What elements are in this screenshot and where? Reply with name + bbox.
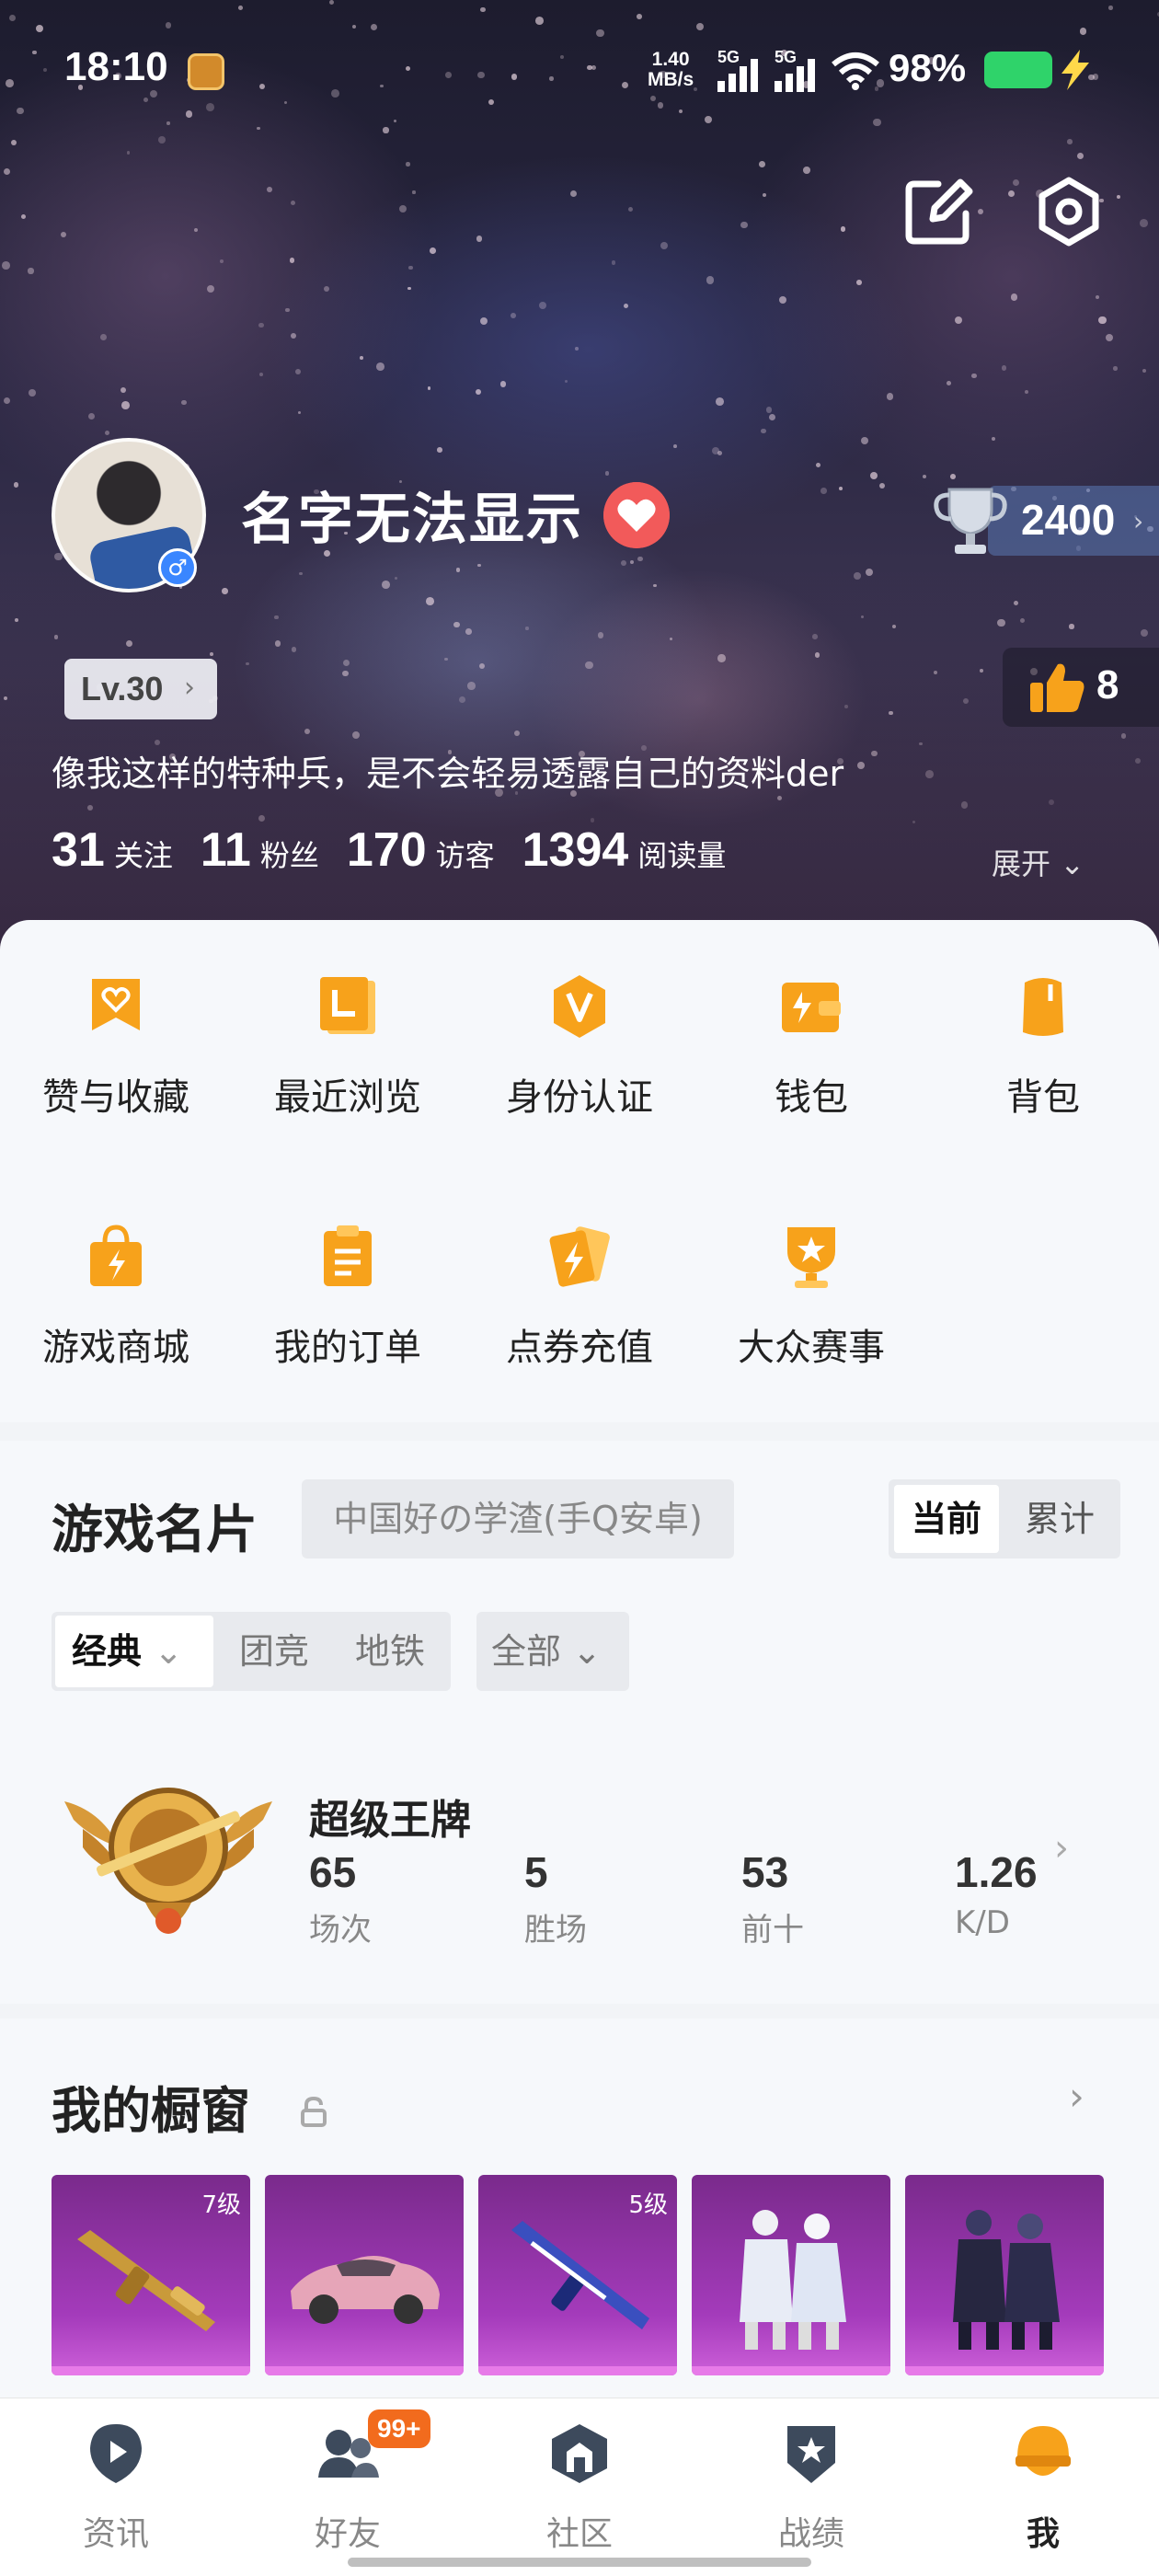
wifi-icon [832,52,879,90]
heart-badge-icon[interactable] [603,482,670,548]
nickname: 名字无法显示 [241,488,583,552]
likes-counter[interactable]: 8 [1003,648,1159,727]
shopping-bag-icon [90,1225,142,1286]
dark-outfit-pair-icon [953,2210,1060,2350]
chevron-right-icon: › [184,672,195,704]
stat-top10: 53 前十 [741,1848,804,1949]
signal-sim2-icon: 5G [775,48,828,92]
backpack-icon [1023,978,1063,1036]
tab-records[interactable]: 战绩 [695,2398,927,2576]
news-play-icon [90,2424,142,2483]
profile-bio: 像我这样的特种兵，是不会轻易透露自己的资料der [52,753,844,794]
ace-rank-badge-icon [64,1788,272,1934]
menu-wallet[interactable]: 钱包 [695,920,927,1119]
coupon-recharge-icon [549,1226,610,1287]
stat-kd: 1.26 K/D [955,1848,1038,1941]
tab-friends[interactable]: 99+ 好友 [232,2398,464,2576]
golden-rifle-icon [77,2230,215,2331]
feature-menu: 赞与收藏 最近浏览 身份认证 钱包 背包 游戏商城 我的订单 点券充值 大众赛事 [0,920,1159,1422]
period-toggle: 当前 累计 [889,1479,1120,1558]
menu-coupon-recharge[interactable]: 点券充值 [464,1170,695,1369]
chevron-right-icon: › [1133,506,1144,536]
level-badge[interactable]: Lv.30 › [64,659,217,719]
friends-badge: 99+ [368,2409,430,2448]
menu-public-tournament[interactable]: 大众赛事 [695,1170,927,1369]
showcase-item[interactable] [265,2175,464,2375]
reads-count: 1394 [522,823,629,877]
chevron-down-icon: ⌄ [154,1631,184,1672]
chevron-down-icon: ⌄ [1060,846,1084,881]
showcase-item[interactable] [905,2175,1104,2375]
pink-sports-car-icon [291,2256,440,2324]
home-indicator[interactable] [348,2558,811,2567]
chevron-right-icon[interactable]: › [1069,2074,1084,2119]
verify-v-icon [554,975,605,1038]
expand-button[interactable]: 展开 ⌄ [992,841,1084,883]
following-count[interactable]: 31 [52,822,105,878]
toggle-current[interactable]: 当前 [894,1485,999,1553]
menu-recent-browse[interactable]: 最近浏览 [232,920,464,1119]
profile-stats: 31 关注 11 粉丝 170 访客 1394 阅读量 [52,822,727,878]
tab-community[interactable]: 社区 [464,2398,695,2576]
community-icon [552,2424,607,2483]
battery-icon [984,52,1052,88]
game-account-selector[interactable]: 中国好の学渣(手Q安卓) [302,1479,734,1558]
mode-metro[interactable]: 地铁 [355,1612,425,1691]
order-clipboard-icon [324,1225,372,1286]
showcase-title: 我的橱窗 [52,2082,250,2140]
showcase-item[interactable] [692,2175,890,2375]
rank-name: 超级王牌 [309,1797,471,1844]
edit-profile-icon[interactable] [901,175,975,248]
menu-identity-verify[interactable]: 身份认证 [464,920,695,1119]
tab-news[interactable]: 资讯 [0,2398,232,2576]
filter-dropdown[interactable]: 全部 ⌄ [476,1612,629,1691]
thumbs-up-icon [1030,663,1084,712]
visitors-count[interactable]: 170 [347,822,427,878]
menu-game-mall[interactable]: 游戏商城 [0,1170,232,1369]
heart-bookmark-icon [92,979,140,1030]
male-gender-icon: ♂ [158,548,197,587]
game-card: 游戏名片 中国好の学渣(手Q安卓) 当前 累计 经典 ⌄ 团竞 地铁 全部 ⌄ … [0,1441,1159,2004]
chevron-down-icon: ⌄ [572,1631,602,1672]
mode-classic[interactable]: 经典 ⌄ [55,1616,213,1687]
battery-percent: 98% [889,46,967,89]
menu-backpack[interactable]: 背包 [927,920,1159,1119]
app-notification-icon [188,53,224,90]
tab-me[interactable]: 我 [927,2398,1159,2576]
recent-browse-icon [320,977,375,1034]
blue-rifle-icon [511,2221,649,2329]
menu-likes-favorites[interactable]: 赞与收藏 [0,920,232,1119]
settings-icon[interactable] [1032,175,1106,248]
stat-matches: 65 场次 [309,1848,372,1949]
showcase-item[interactable]: 7级 [52,2175,250,2375]
followers-count[interactable]: 11 [201,822,251,878]
status-bar: 18:10 1.40 MB/s 5G 5G 98% [0,0,1159,138]
mode-team-deathmatch[interactable]: 团竞 [239,1612,309,1691]
trophy-score[interactable]: 2400 › [929,482,1159,559]
status-time: 18:10 [64,44,168,89]
signal-sim1-icon: 5G [717,48,771,92]
charging-bolt-icon [1061,50,1089,90]
white-outfit-pair-icon [740,2210,846,2350]
menu-my-orders[interactable]: 我的订单 [232,1170,464,1369]
net-speed: 1.40 MB/s [648,49,694,90]
mode-tabs: 经典 ⌄ 团竞 地铁 [52,1612,451,1691]
trophy-icon [934,488,1007,554]
showcase-section: 我的橱窗 › 7级 5级 [0,2018,1159,2398]
chevron-right-icon[interactable]: › [1054,1827,1069,1869]
me-helmet-icon [1016,2426,1071,2476]
tournament-trophy-icon [787,1227,835,1288]
game-card-title: 游戏名片 [52,1501,258,1560]
toggle-cumulative[interactable]: 累计 [1004,1485,1115,1553]
bottom-tab-bar: 资讯 99+ 好友 社区 战绩 我 [0,2398,1159,2576]
showcase-item[interactable]: 5级 [478,2175,677,2375]
record-star-icon [787,2426,835,2483]
lock-icon[interactable] [298,2096,329,2127]
stat-wins: 5 胜场 [524,1848,587,1949]
wallet-icon [782,983,841,1032]
